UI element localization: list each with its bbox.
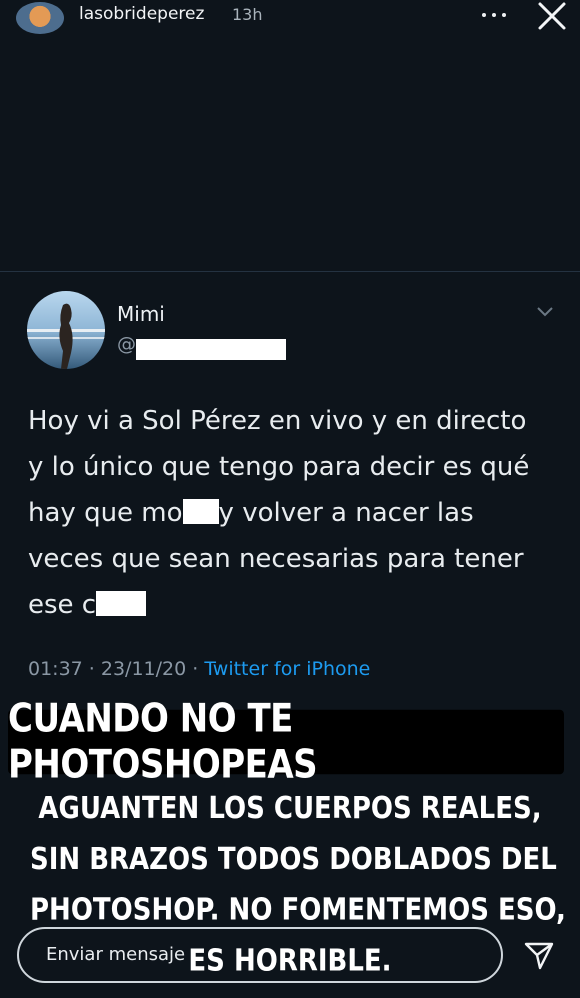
tweet-line: Hoy vi a Sol Pérez en vivo y en directo — [28, 406, 527, 436]
tweet-author-handle: @ — [117, 333, 136, 355]
tweet-line: veces que sean necesarias para tener — [28, 544, 524, 574]
story-time: 13h — [232, 5, 263, 24]
message-placeholder: Enviar mensaje — [46, 944, 186, 965]
tweet-author-name: Mimi — [117, 302, 165, 326]
divider — [0, 271, 580, 272]
tweet-text: Hoy vi a Sol Pérez en vivo y en directo … — [28, 398, 558, 628]
tweet-meta: 01:37 · 23/11/20 · Twitter for iPhone — [28, 658, 370, 680]
text-redaction — [96, 591, 147, 616]
tweet-avatar — [27, 291, 105, 369]
text-redaction — [182, 499, 219, 524]
close-icon[interactable] — [536, 0, 568, 32]
tweet-line: ese c — [28, 582, 558, 628]
chevron-down-icon[interactable] — [536, 306, 554, 318]
tweet-source-link[interactable]: Twitter for iPhone — [204, 658, 370, 680]
profile-avatar[interactable] — [16, 2, 64, 34]
more-dots-icon[interactable] — [482, 5, 506, 25]
story-header: lasobrideperez 13h — [0, 0, 580, 40]
tweet-line: hay que mo y volver a nacer las — [28, 498, 474, 528]
send-icon[interactable] — [523, 939, 555, 971]
overlay-title: CUANDO NO TE PHOTOSHOPEAS — [8, 696, 564, 788]
story-username[interactable]: lasobrideperez — [79, 4, 204, 24]
caption-line: AGUANTEN LOS CUERPOS REALES, — [38, 791, 542, 827]
handle-redaction — [136, 339, 286, 360]
caption-line: SIN BRAZOS TODOS DOBLADOS DEL — [30, 841, 557, 878]
tweet-timestamp: 01:37 · 23/11/20 · — [28, 658, 205, 680]
tweet-line: y lo único que tengo para decir es qué — [28, 452, 530, 482]
